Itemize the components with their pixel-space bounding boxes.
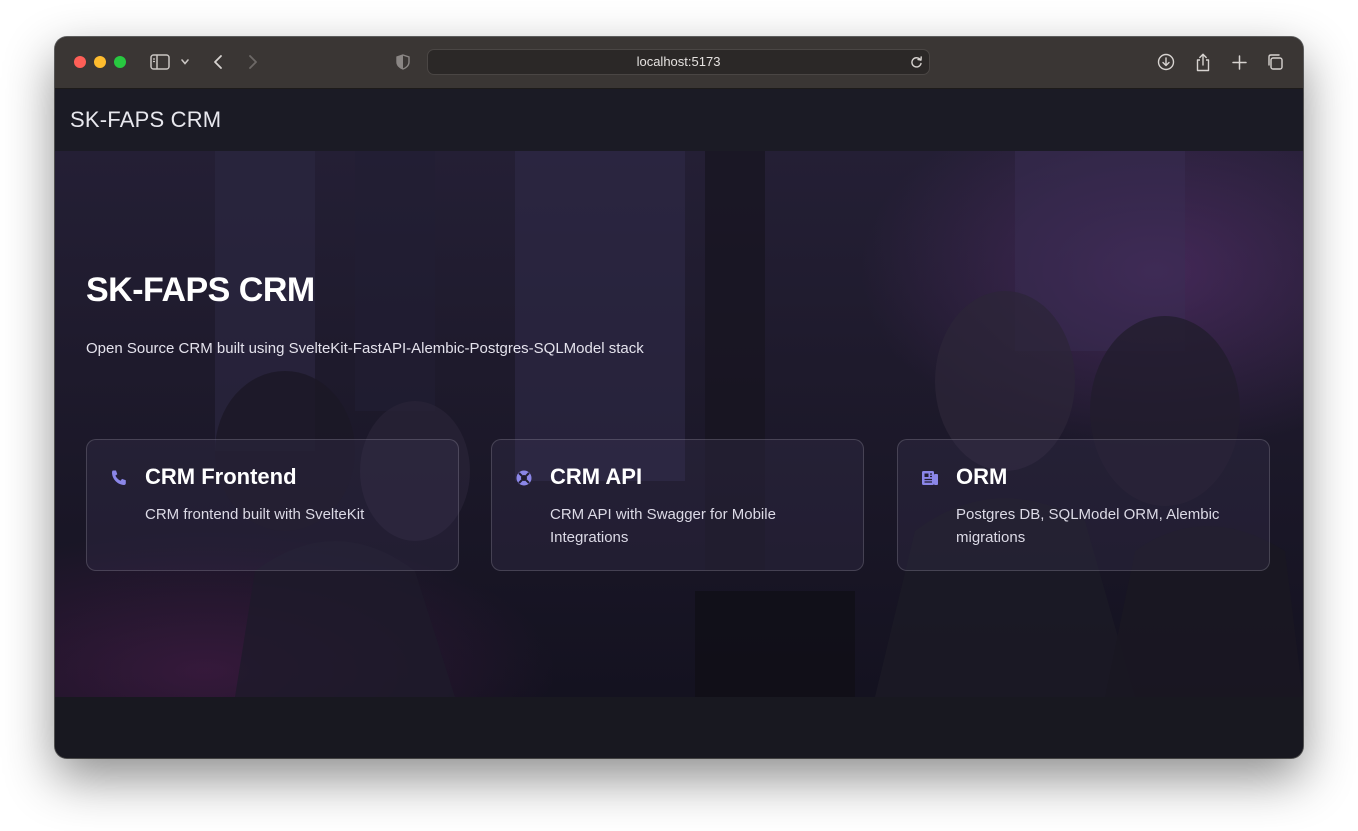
- reload-icon[interactable]: [910, 55, 923, 74]
- feature-card-orm[interactable]: ORM Postgres DB, SQLModel ORM, Alembic m…: [897, 439, 1270, 571]
- card-title: CRM API: [550, 464, 643, 489]
- address-bar[interactable]: localhost:5173: [427, 49, 930, 75]
- browser-window: localhost:5173 SK-FAPS CRM SK-FAPS CRM O…: [55, 37, 1303, 758]
- downloads-icon[interactable]: [1156, 51, 1176, 73]
- hero-title: SK-FAPS CRM: [86, 271, 315, 309]
- chevron-down-icon[interactable]: [178, 51, 192, 73]
- close-window-button[interactable]: [74, 56, 86, 68]
- minimize-window-button[interactable]: [94, 56, 106, 68]
- phone-icon: [109, 468, 129, 488]
- privacy-shield-icon[interactable]: [394, 51, 412, 73]
- url-text[interactable]: localhost:5173: [428, 50, 929, 74]
- card-title: CRM Frontend: [145, 464, 297, 489]
- lifebuoy-icon: [514, 468, 534, 488]
- hero-subtitle: Open Source CRM built using SvelteKit-Fa…: [86, 340, 644, 357]
- hero-section: SK-FAPS CRM Open Source CRM built using …: [55, 151, 1303, 697]
- card-title: ORM: [956, 464, 1008, 489]
- back-arrow-icon[interactable]: [209, 51, 227, 73]
- new-tab-plus-icon[interactable]: [1229, 51, 1249, 73]
- card-description: CRM API with Swagger for Mobile Integrat…: [550, 506, 776, 546]
- browser-toolbar: localhost:5173: [55, 37, 1303, 89]
- hero-content: SK-FAPS CRM Open Source CRM built using …: [55, 151, 1303, 697]
- card-description: CRM frontend built with SvelteKit: [145, 506, 365, 523]
- card-description: Postgres DB, SQLModel ORM, Alembic migra…: [956, 506, 1220, 546]
- feature-card-crm-frontend[interactable]: CRM Frontend CRM frontend built with Sve…: [86, 439, 459, 571]
- zoom-window-button[interactable]: [114, 56, 126, 68]
- feature-card-crm-api[interactable]: CRM API CRM API with Swagger for Mobile …: [491, 439, 864, 571]
- share-icon[interactable]: [1193, 51, 1213, 73]
- tab-overview-icon[interactable]: [1265, 51, 1285, 73]
- sidebar-toggle-icon[interactable]: [149, 51, 171, 73]
- brand-link[interactable]: SK-FAPS CRM: [70, 89, 221, 151]
- newspaper-icon: [920, 468, 940, 488]
- forward-arrow-icon[interactable]: [244, 51, 262, 73]
- site-navbar: SK-FAPS CRM: [55, 89, 1303, 151]
- page-footer-area: [55, 697, 1303, 758]
